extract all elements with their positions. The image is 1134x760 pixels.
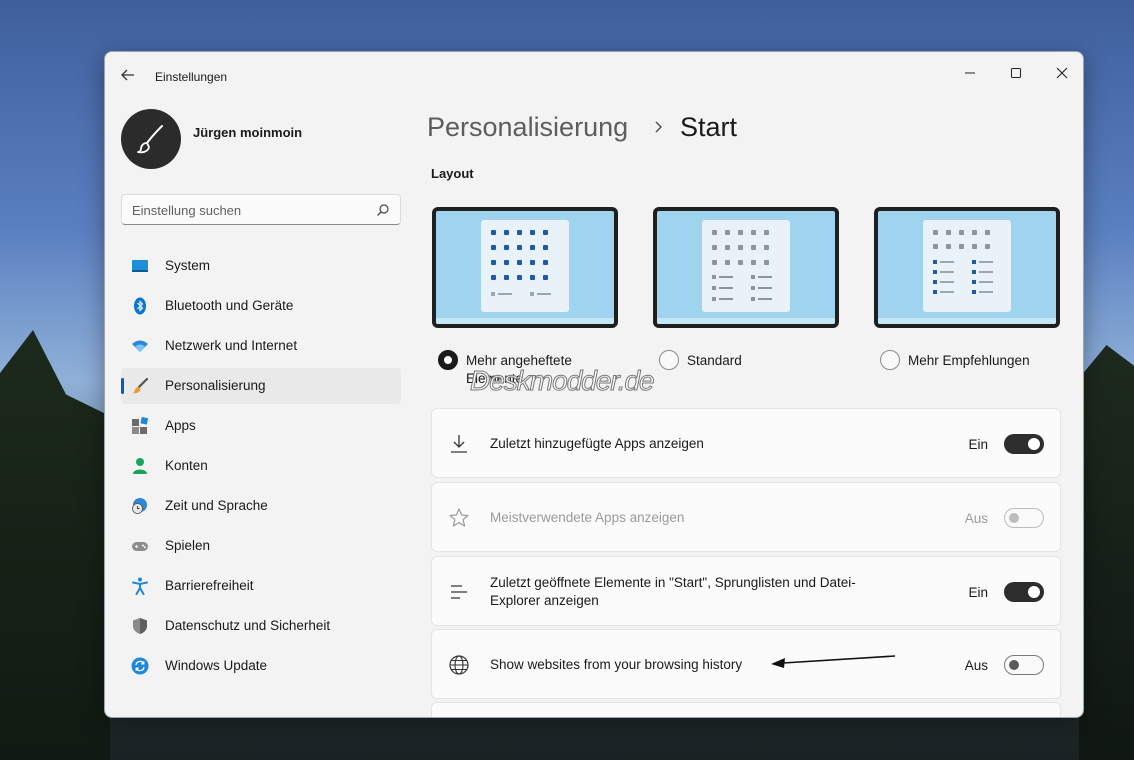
sidebar-item-accounts[interactable]: Konten [121,448,401,484]
layout-option-standard[interactable]: Standard [659,350,742,370]
sidebar-item-privacy[interactable]: Datenschutz und Sicherheit [121,608,401,644]
page-title: Start [680,112,738,142]
sidebar-item-label: Bluetooth und Geräte [165,298,294,313]
sidebar-item-apps[interactable]: Apps [121,408,401,444]
app-title: Einstellungen [155,70,228,84]
taskbar-preview [878,318,1056,324]
setting-recent-items[interactable]: Zuletzt geöffnete Elemente in "Start", S… [431,556,1061,626]
close-button[interactable] [1039,58,1083,88]
bluetooth-icon [134,297,146,315]
globe-clock-icon [132,498,147,514]
setting-most-used-apps[interactable]: Meistverwendete Apps anzeigen Aus [431,482,1061,552]
setting-browsing-history[interactable]: Show websites from your browsing history… [431,629,1061,699]
sidebar-item-label: Personalisierung [165,378,266,393]
sidebar-item-bluetooth[interactable]: Bluetooth und Geräte [121,288,401,324]
sidebar-item-gaming[interactable]: Spielen [121,528,401,564]
layout-preview-screen [436,211,614,324]
setting-row-partial[interactable] [431,702,1061,717]
toggle-state-label: Ein [968,585,988,600]
layout-option-more-recommendations[interactable]: Mehr Empfehlungen [880,350,1030,370]
paintbrush-avatar-icon [137,125,163,154]
person-icon [133,458,147,474]
radio-button[interactable] [659,350,679,370]
taskbar-preview [436,318,614,324]
watermark: Deskmodder.de [470,365,656,397]
toggle-switch[interactable] [1004,508,1044,528]
background-landscape-left [0,330,110,760]
setting-label: Meistverwendete Apps anzeigen [490,510,685,525]
wifi-icon [132,340,148,352]
title-bar: Einstellungen [105,52,1083,98]
background-landscape-right [1079,345,1134,760]
radio-button[interactable] [438,350,458,370]
toggle-state-label: Aus [964,511,988,526]
star-icon [449,508,469,527]
sidebar-item-accessibility[interactable]: Barrierefreiheit [121,568,401,604]
start-menu-preview [702,220,790,312]
radio-label: Standard [687,353,742,368]
user-name: Jürgen moinmoin [193,125,303,140]
accessibility-icon [132,577,148,595]
start-menu-preview [481,220,569,312]
sidebar-item-label: Konten [165,458,208,473]
close-icon [1056,67,1068,79]
sidebar-item-personalization[interactable]: Personalisierung [121,368,401,404]
layout-section-title: Layout [431,166,474,181]
avatar[interactable] [121,109,181,169]
setting-label: Zuletzt geöffnete Elemente in "Start", S… [490,575,856,608]
maximize-button[interactable] [993,58,1039,88]
sidebar-item-label: Apps [165,418,196,433]
settings-window: Einstellungen Jürgen moinmoin Einstellun… [104,51,1084,718]
update-icon [131,657,149,675]
layout-preview-more-recommendations[interactable] [874,207,1060,328]
layout-preview-screen [657,211,835,324]
sidebar-item-label: Datenschutz und Sicherheit [165,618,331,633]
search-input[interactable]: Einstellung suchen [121,194,401,225]
toggle-switch[interactable] [1004,434,1044,454]
back-button[interactable] [119,66,137,84]
arrow-left-icon [121,69,134,81]
radio-button[interactable] [880,350,900,370]
breadcrumb-parent[interactable]: Personalisierung [427,112,628,143]
list-icon [451,585,467,599]
sidebar-item-label: Barrierefreiheit [165,578,254,593]
minimize-icon [965,72,975,74]
sidebar-item-label: Spielen [165,538,211,553]
sidebar-item-label: System [165,258,211,273]
sidebar-item-network[interactable]: Netzwerk und Internet [121,328,401,364]
sidebar-item-label: Windows Update [165,658,268,673]
apps-icon [132,417,149,434]
layout-preview-screen [878,211,1056,324]
gamepad-icon [132,542,148,551]
setting-label: Zuletzt hinzugefügte Apps anzeigen [490,436,704,451]
monitor-icon [132,260,148,272]
toggle-state-label: Aus [964,658,988,673]
layout-preview-more-pins[interactable] [432,207,618,328]
search-placeholder: Einstellung suchen [132,203,242,218]
minimize-button[interactable] [947,58,993,88]
annotation-arrow-icon [771,655,896,668]
toggle-switch[interactable] [1004,655,1044,675]
toggle-state-label: Ein [968,437,988,452]
layout-preview-standard[interactable] [653,207,839,328]
sidebar-item-label: Netzwerk und Internet [165,338,298,353]
toggle-switch[interactable] [1004,582,1044,602]
download-icon [451,435,467,453]
setting-recently-added-apps[interactable]: Zuletzt hinzugefügte Apps anzeigen Ein [431,408,1061,478]
search-icon[interactable] [376,203,390,217]
sidebar-item-system[interactable]: System [121,248,401,284]
maximize-icon [1011,68,1021,78]
paintbrush-icon [132,377,149,394]
taskbar-preview [657,318,835,324]
sidebar-item-time-language[interactable]: Zeit und Sprache [121,488,401,524]
globe-icon [449,655,469,675]
shield-icon [133,618,147,634]
sidebar-item-windows-update[interactable]: Windows Update [121,648,401,684]
radio-label: Mehr Empfehlungen [908,353,1030,368]
sidebar-item-label: Zeit und Sprache [165,498,268,513]
chevron-right-icon [655,121,663,133]
start-menu-preview [923,220,1011,312]
